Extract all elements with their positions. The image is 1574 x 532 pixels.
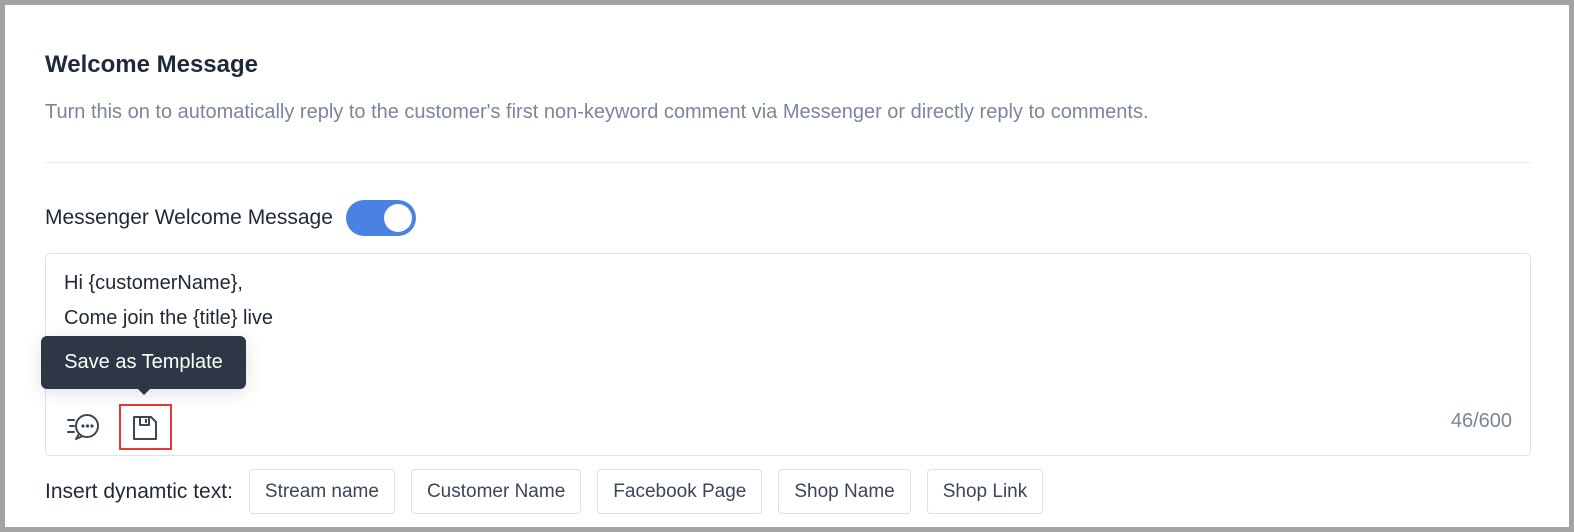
insert-dynamic-text-label: Insert dynamtic text: (45, 479, 233, 503)
chip-shop-link[interactable]: Shop Link (926, 469, 1044, 514)
section-description: Turn this on to automatically reply to t… (45, 101, 1149, 123)
quick-reply-chat-icon[interactable] (67, 410, 103, 442)
chip-stream-name[interactable]: Stream name (248, 469, 395, 514)
welcome-message-panel: Welcome Message Turn this on to automati… (0, 0, 1574, 532)
save-template-icon (133, 416, 157, 440)
messenger-toggle-row: Messenger Welcome Message (45, 199, 416, 237)
divider (45, 162, 1531, 163)
messenger-toggle-label: Messenger Welcome Message (45, 206, 333, 229)
character-counter: 46/600 (1450, 410, 1512, 432)
message-line-1: Hi {customerName}, (64, 272, 243, 294)
message-line-2: Come join the {title} live (64, 307, 274, 329)
save-template-button[interactable] (119, 404, 172, 450)
toggle-knob (383, 204, 412, 232)
chip-facebook-page[interactable]: Facebook Page (597, 469, 763, 514)
insert-dynamic-text-row: Insert dynamtic text: Stream name Custom… (45, 469, 1059, 514)
save-template-tooltip: Save as Template (41, 336, 246, 395)
tooltip-text: Save as Template (64, 351, 223, 373)
messenger-welcome-toggle[interactable] (345, 200, 416, 236)
section-title: Welcome Message (45, 51, 258, 78)
chip-customer-name[interactable]: Customer Name (410, 469, 582, 514)
welcome-message-editor[interactable]: Hi {customerName}, Come join the {title}… (45, 253, 1531, 456)
tooltip-arrow (138, 389, 150, 395)
chip-shop-name[interactable]: Shop Name (778, 469, 911, 514)
